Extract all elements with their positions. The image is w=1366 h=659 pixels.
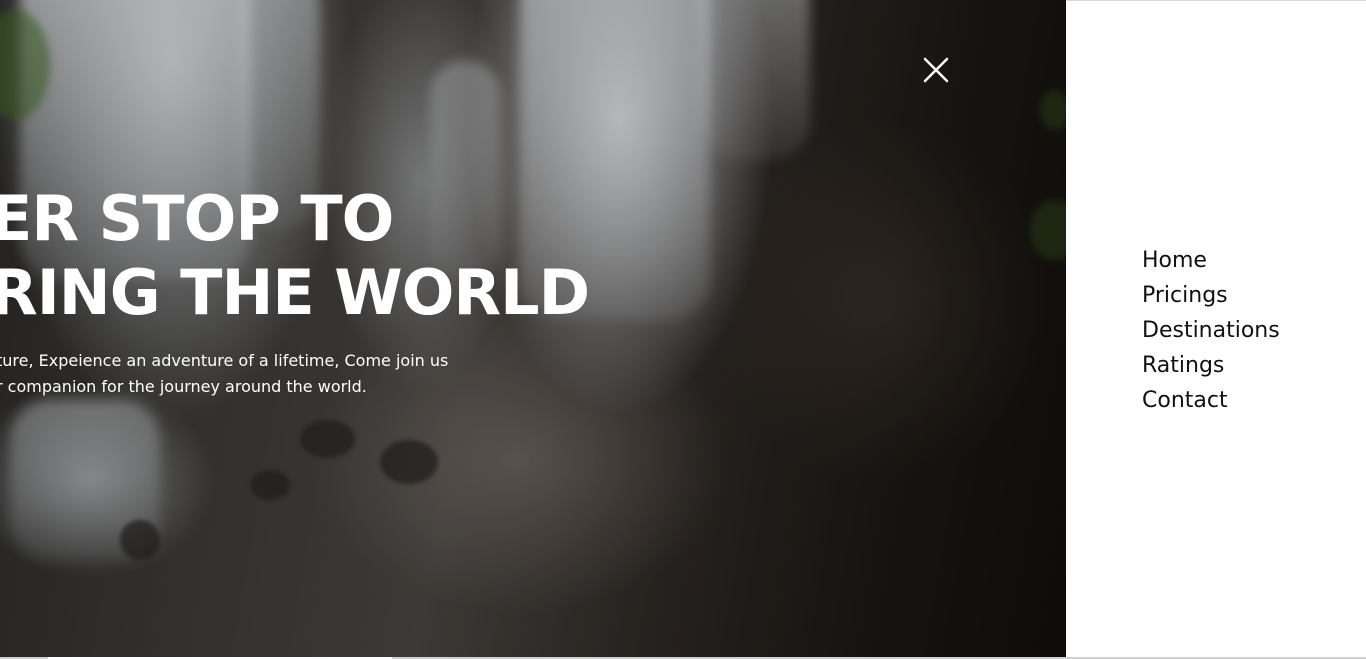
menu-item-destinations[interactable]: Destinations <box>1142 313 1280 348</box>
close-icon <box>923 57 949 83</box>
hero-subtext-line1: ture, Expeience an adventure of a lifeti… <box>0 351 449 370</box>
side-menu-panel: Home Pricings Destinations Ratings Conta… <box>1066 0 1366 659</box>
menu-item-pricings[interactable]: Pricings <box>1142 278 1280 313</box>
menu-list: Home Pricings Destinations Ratings Conta… <box>1142 243 1280 418</box>
hero-background-video: ER STOP TO RING THE WORLD ture, Expeienc… <box>0 0 1066 659</box>
page: ER STOP TO RING THE WORLD ture, Expeienc… <box>0 0 1366 659</box>
close-menu-button[interactable] <box>918 52 954 88</box>
menu-item-home[interactable]: Home <box>1142 243 1280 278</box>
menu-item-contact[interactable]: Contact <box>1142 383 1280 418</box>
hero-headline-line1: ER STOP TO <box>0 182 394 255</box>
hero-headline-line2: RING THE WORLD <box>0 256 590 329</box>
hero-headline: ER STOP TO RING THE WORLD <box>0 182 590 330</box>
menu-item-ratings[interactable]: Ratings <box>1142 348 1280 383</box>
hero-subtext-line2: r companion for the journey around the w… <box>0 377 367 396</box>
hero-subtext: ture, Expeience an adventure of a lifeti… <box>0 348 448 400</box>
